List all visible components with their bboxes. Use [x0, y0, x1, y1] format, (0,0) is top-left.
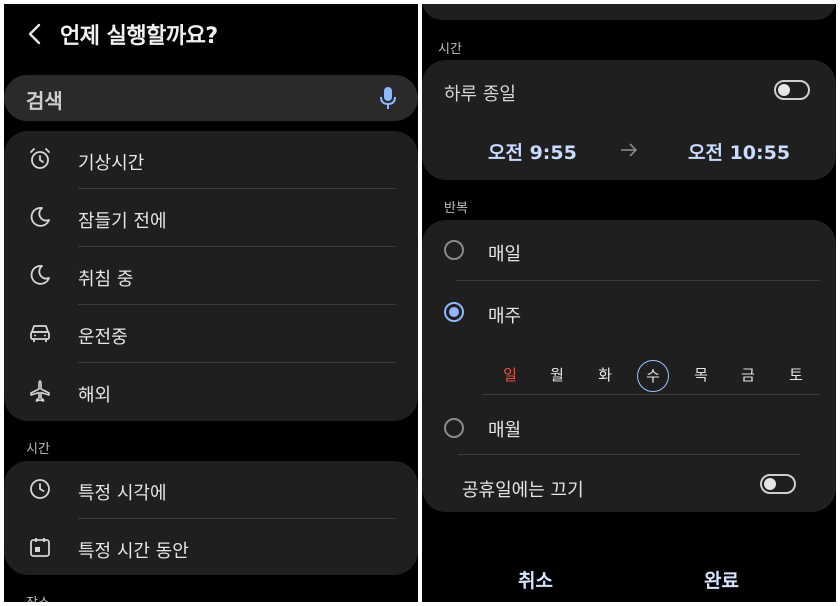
end-time-button[interactable]: 오전 10:55 [688, 138, 790, 165]
option-daily-label[interactable]: 매일 [488, 240, 521, 266]
list-item-wake-up[interactable]: 기상시간 [4, 131, 418, 189]
list-item-driving[interactable]: 운전중 [4, 305, 418, 363]
section-header-time: 시간 [26, 442, 50, 457]
day-friday[interactable]: 금 [732, 360, 764, 392]
list-item-time-period[interactable]: 특정 시간 동안 [4, 519, 418, 577]
list-item-before-sleep[interactable]: 잠들기 전에 [4, 189, 418, 247]
day-sunday[interactable]: 일 [494, 360, 526, 392]
calendar-timer-icon [30, 538, 50, 557]
car-icon [30, 325, 50, 342]
start-time-button[interactable]: 오전 9:55 [488, 138, 577, 165]
list-item-specific-time[interactable]: 특정 시각에 [4, 461, 418, 519]
divider [482, 394, 820, 395]
toggle-knob [764, 478, 776, 490]
divider [456, 280, 820, 281]
holiday-off-toggle[interactable] [760, 474, 796, 494]
trigger-picker-panel: 언제 실행할까요? 검색 기상시간 잠들기 전에 취침 중 운전중 해외 시간 … [4, 4, 418, 602]
search-bar[interactable]: 검색 [4, 75, 418, 121]
day-saturday[interactable]: 토 [780, 360, 812, 392]
holiday-off-label: 공휴일에는 끄기 [462, 480, 584, 501]
search-input[interactable]: 검색 [26, 85, 63, 114]
list-item-sleeping[interactable]: 취침 중 [4, 247, 418, 305]
time-settings-panel: 시간 하루 종일 오전 9:55 오전 10:55 반복 매일 매주 일 월 화… [422, 4, 836, 602]
time-range-card: 하루 종일 오전 9:55 오전 10:55 [422, 60, 836, 180]
radio-daily[interactable] [444, 240, 464, 260]
day-thursday[interactable]: 목 [685, 360, 717, 392]
all-day-toggle[interactable] [774, 80, 810, 100]
all-day-label: 하루 종일 [444, 84, 516, 105]
day-wednesday[interactable]: 수 [637, 360, 669, 392]
app-header: 언제 실행할까요? [4, 4, 418, 64]
section-header-time: 시간 [438, 42, 462, 57]
airplane-icon [30, 380, 50, 402]
back-arrow-icon[interactable] [24, 22, 46, 46]
option-monthly-label[interactable]: 매월 [488, 416, 521, 442]
cancel-button[interactable]: 취소 [518, 566, 553, 593]
divider [458, 454, 800, 455]
previous-card-edge [422, 4, 836, 20]
radio-weekly[interactable] [444, 302, 464, 322]
alarm-clock-icon [30, 148, 50, 169]
page-title: 언제 실행할까요? [60, 24, 218, 49]
list-item-label: 잠들기 전에 [78, 211, 167, 232]
done-button[interactable]: 완료 [704, 566, 739, 593]
microphone-icon[interactable] [380, 86, 396, 110]
toggle-knob [778, 84, 790, 96]
list-item-label: 특정 시간 동안 [78, 541, 189, 562]
list-item-label: 기상시간 [78, 153, 145, 174]
option-weekly-label[interactable]: 매주 [488, 302, 521, 328]
section-header-repeat: 반복 [444, 201, 468, 216]
list-item-label: 취침 중 [78, 269, 134, 290]
radio-monthly[interactable] [444, 418, 464, 438]
clock-icon [30, 479, 50, 499]
list-item-label: 특정 시각에 [78, 483, 167, 504]
trigger-list-card: 기상시간 잠들기 전에 취침 중 운전중 해외 [4, 131, 418, 421]
repeat-card: 매일 매주 일 월 화 수 목 금 토 매월 공휴일에는 끄기 [422, 220, 836, 512]
day-tuesday[interactable]: 화 [589, 360, 621, 392]
moon-icon [30, 207, 50, 227]
list-item-label: 운전중 [78, 327, 128, 348]
section-header-place: 장소 [26, 592, 50, 602]
time-trigger-card: 특정 시각에 특정 시간 동안 [4, 461, 418, 575]
list-item-label: 해외 [78, 385, 112, 406]
list-item-abroad[interactable]: 해외 [4, 363, 418, 421]
arrow-right-icon [621, 143, 638, 157]
moon-icon [30, 265, 50, 285]
day-monday[interactable]: 월 [541, 360, 573, 392]
